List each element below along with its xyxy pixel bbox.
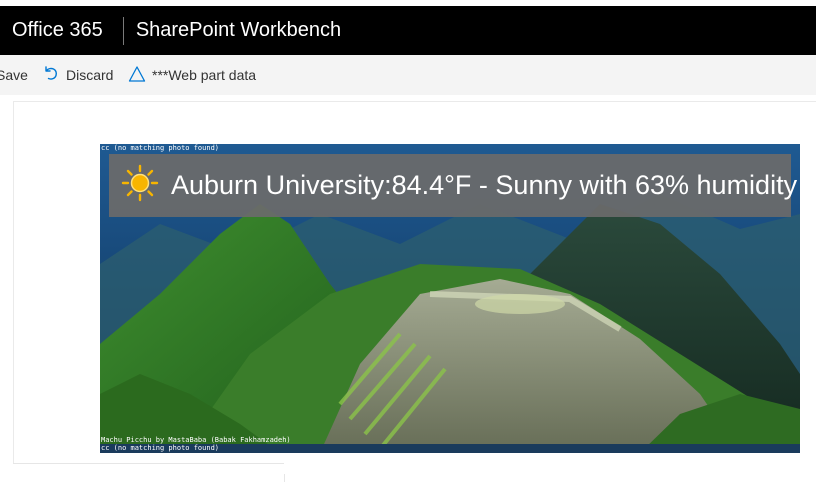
save-button[interactable]: Save bbox=[0, 67, 28, 83]
webpart-data-button[interactable]: ***Web part data bbox=[128, 65, 256, 86]
command-bar: Save Discard ***Web part data bbox=[0, 55, 816, 95]
weather-overlay: Auburn University:84.4°F - Sunny with 63… bbox=[109, 154, 797, 217]
suite-header: Office 365 SharePoint Workbench bbox=[0, 6, 816, 55]
canvas-bottom-line bbox=[13, 463, 284, 464]
app-title: SharePoint Workbench bbox=[135, 19, 342, 41]
warning-triangle-icon bbox=[128, 65, 152, 86]
photo-credit-top: cc (no matching photo found) bbox=[101, 144, 220, 152]
photo-credit-bottom: cc (no matching photo found) bbox=[101, 444, 220, 452]
weather-summary: Auburn University:84.4°F - Sunny with 63… bbox=[171, 170, 798, 200]
canvas-bottom-tick bbox=[284, 474, 285, 482]
discard-label: Discard bbox=[66, 67, 114, 83]
office-365-brand[interactable]: Office 365 bbox=[0, 19, 123, 42]
save-label: Save bbox=[0, 67, 28, 83]
webpart-data-label: ***Web part data bbox=[152, 67, 257, 83]
sun-icon bbox=[121, 164, 159, 207]
weather-webpart[interactable]: cc (no matching photo found) Auburn Univ… bbox=[100, 144, 800, 453]
discard-button[interactable]: Discard bbox=[42, 65, 113, 86]
undo-icon bbox=[42, 65, 66, 86]
photo-credit[interactable]: Machu Picchu by MastaBaba (Babak Fakhamz… bbox=[101, 436, 291, 444]
